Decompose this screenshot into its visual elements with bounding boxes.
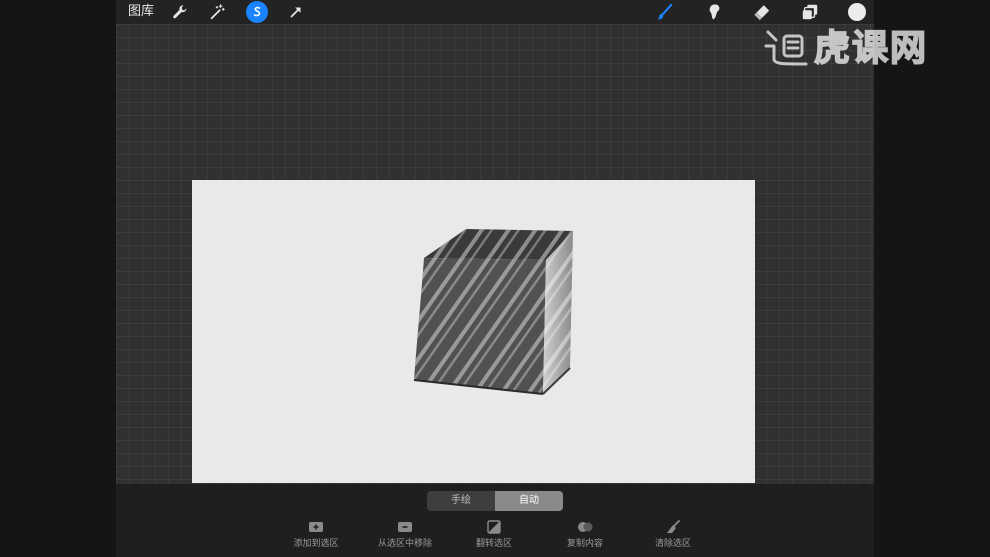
add-selection-icon xyxy=(309,522,323,532)
color-picker-swatch[interactable] xyxy=(848,3,866,21)
add-to-selection-button[interactable]: 添加到选区 xyxy=(271,520,361,550)
smudge-icon[interactable] xyxy=(702,0,726,24)
watermark-logo: 虎课网 xyxy=(764,27,928,70)
wrench-icon[interactable] xyxy=(168,0,192,24)
clear-selection-button[interactable]: 清除选区 xyxy=(628,520,718,550)
copy-content-icon xyxy=(578,522,593,532)
magic-wand-icon[interactable] xyxy=(205,0,229,24)
clear-selection-icon xyxy=(667,520,680,533)
invert-selection-button[interactable]: 翻转选区 xyxy=(449,520,539,550)
copy-content-button[interactable]: 复制内容 xyxy=(540,520,630,550)
add-to-selection-label: 添加到选区 xyxy=(293,539,339,549)
layers-icon[interactable] xyxy=(798,0,822,24)
eraser-icon[interactable] xyxy=(750,0,774,24)
screen: 图库 手绘 自动 添加到选区 从选区中移除 翻转选区 复制内容 清除选区 虎课网 xyxy=(0,0,990,557)
invert-selection-label: 翻转选区 xyxy=(475,539,512,549)
remove-from-selection-button[interactable]: 从选区中移除 xyxy=(360,520,450,550)
selection-mode-toggle: 手绘 自动 xyxy=(427,491,563,511)
remove-selection-icon xyxy=(398,522,412,532)
selection-icon[interactable] xyxy=(246,1,268,23)
copy-content-label: 复制内容 xyxy=(566,539,603,549)
invert-selection-icon xyxy=(487,520,501,534)
clear-selection-label: 清除选区 xyxy=(654,539,691,549)
gallery-button[interactable]: 图库 xyxy=(128,3,154,21)
cube-artwork xyxy=(413,229,573,395)
brush-icon[interactable] xyxy=(653,0,677,24)
remove-from-selection-label: 从选区中移除 xyxy=(377,539,432,549)
drawing-canvas[interactable] xyxy=(192,180,755,483)
svg-text:虎课网: 虎课网 xyxy=(814,28,928,69)
transform-arrow-icon[interactable] xyxy=(284,0,308,24)
freehand-mode-button[interactable]: 手绘 xyxy=(427,491,495,511)
automatic-mode-button[interactable]: 自动 xyxy=(495,491,563,511)
top-toolbar: 图库 xyxy=(116,0,874,24)
selection-panel: 手绘 自动 添加到选区 从选区中移除 翻转选区 复制内容 清除选区 xyxy=(116,484,874,557)
